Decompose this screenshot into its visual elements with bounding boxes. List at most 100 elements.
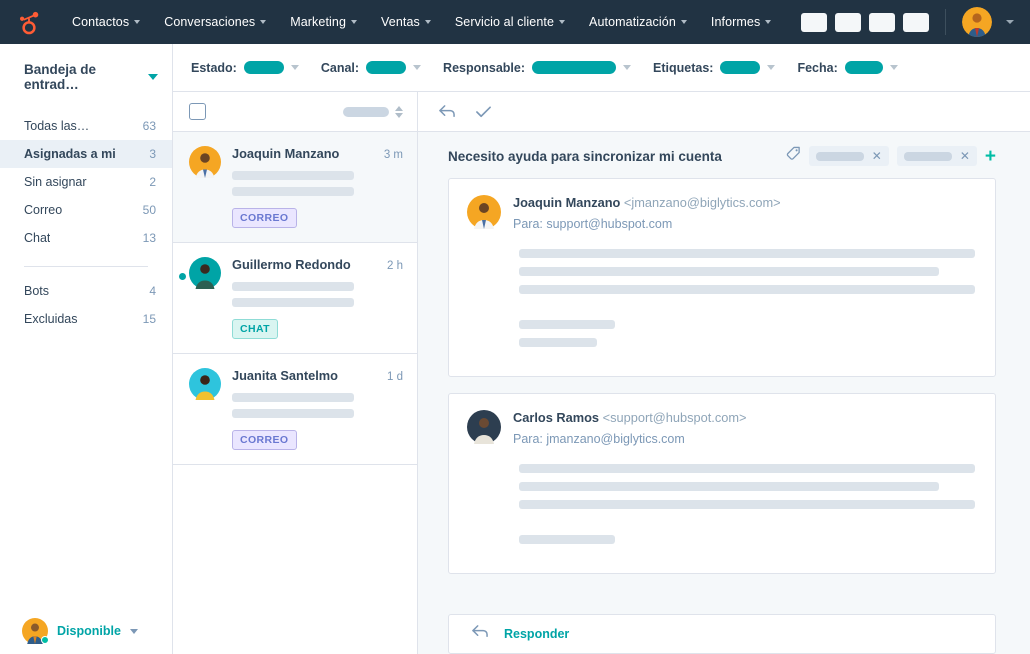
message-sender-email: <support@hubspot.com> — [602, 410, 747, 425]
avatar — [189, 146, 221, 178]
chevron-down-icon[interactable] — [1006, 20, 1014, 24]
chevron-down-icon — [424, 20, 431, 24]
sidebar-item-count: 13 — [142, 231, 156, 245]
conversation-list: Joaquin Manzano 3 m CORREO Guillermo Red… — [173, 92, 418, 654]
filter-canal[interactable]: Canal: — [320, 60, 422, 75]
filter-estado[interactable]: Estado: — [191, 61, 299, 75]
nav-divider — [945, 9, 946, 35]
hubspot-sprocket-logo[interactable] — [16, 9, 42, 35]
body-placeholder-gap — [519, 518, 975, 535]
conversation-sender-name: Juanita Santelmo — [232, 368, 338, 383]
sidebar-item-count: 63 — [142, 119, 156, 133]
nav-item-automatizacion[interactable]: Automatización — [577, 15, 699, 29]
sidebar-item-sin-asignar[interactable]: Sin asignar 2 — [0, 168, 172, 196]
conversation-toolbar — [418, 92, 1030, 132]
right-panel: Estado: Canal: Responsable: Etiquetas: F… — [173, 44, 1030, 654]
filter-value-redacted — [366, 61, 407, 74]
nav-action-button-3[interactable] — [869, 12, 895, 32]
body-placeholder-line — [519, 320, 615, 329]
hubspot-conversations-app: Contactos Conversaciones Marketing Venta… — [0, 0, 1030, 654]
avatar — [467, 410, 501, 444]
sort-control[interactable] — [343, 105, 403, 118]
sidebar-item-excluidas[interactable]: Excluidas 15 — [0, 305, 172, 333]
channel-badge: CHAT — [232, 319, 278, 339]
avatar — [467, 195, 501, 229]
body-placeholder-line — [519, 285, 975, 294]
sidebar-item-count: 15 — [142, 312, 156, 326]
nav-item-contactos[interactable]: Contactos — [60, 15, 152, 29]
tag-area: ✕ ✕ + — [786, 146, 996, 166]
nav-item-servicio-al-cliente[interactable]: Servicio al cliente — [443, 15, 577, 29]
nav-action-button-2[interactable] — [835, 12, 861, 32]
sidebar-item-chat[interactable]: Chat 13 — [0, 224, 172, 252]
sidebar-divider — [24, 266, 148, 267]
sidebar-item-count: 4 — [149, 284, 156, 298]
conversation-summary: Joaquin Manzano 3 m CORREO — [232, 146, 403, 228]
conversation-summary: Juanita Santelmo 1 d CORREO — [232, 368, 403, 450]
tag-chip[interactable]: ✕ — [808, 146, 889, 166]
body-placeholder-line — [519, 535, 615, 544]
conversation-list-item[interactable]: Guillermo Redondo 2 h CHAT — [173, 243, 417, 354]
nav-item-ventas[interactable]: Ventas — [369, 15, 443, 29]
sidebar-item-todas-las[interactable]: Todas las… 63 — [0, 112, 172, 140]
body-placeholder-line — [519, 500, 975, 509]
chevron-down-icon — [134, 20, 141, 24]
user-avatar[interactable] — [962, 7, 992, 37]
body-placeholder-line — [519, 482, 939, 491]
inbox-selector[interactable]: Bandeja de entrad… — [0, 44, 172, 108]
preview-placeholder-line — [232, 282, 354, 291]
nav-action-button-1[interactable] — [801, 12, 827, 32]
message-thread: Joaquin Manzano <jmanzano@biglytics.com>… — [418, 178, 1030, 614]
filter-etiquetas[interactable]: Etiquetas: — [653, 61, 776, 75]
conversation-timestamp: 1 d — [387, 371, 403, 383]
select-all-checkbox[interactable] — [189, 103, 206, 120]
sidebar-item-count: 50 — [142, 203, 156, 217]
availability-label: Disponible — [57, 624, 121, 638]
filter-label: Estado: — [191, 60, 237, 75]
message-recipient: Para: support@hubspot.com — [513, 217, 673, 231]
message-from: Joaquin Manzano <jmanzano@biglytics.com> — [513, 195, 781, 210]
sidebar-item-bots[interactable]: Bots 4 — [0, 277, 172, 305]
channel-badge: CORREO — [232, 208, 297, 228]
filter-fecha[interactable]: Fecha: — [797, 61, 898, 75]
nav-label: Conversaciones — [164, 15, 256, 29]
close-icon[interactable]: ✕ — [872, 150, 882, 162]
chevron-down-icon — [413, 65, 422, 70]
conversation-list-header — [173, 92, 417, 132]
availability-status[interactable]: Disponible — [0, 608, 172, 654]
conversation-list-item[interactable]: Juanita Santelmo 1 d CORREO — [173, 354, 417, 465]
reply-arrow-icon — [471, 624, 490, 644]
sidebar-item-label: Bots — [24, 284, 50, 298]
sidebar-item-correo[interactable]: Correo 50 — [0, 196, 172, 224]
nav-item-informes[interactable]: Informes — [699, 15, 783, 29]
check-icon[interactable] — [475, 105, 492, 119]
nav-label: Contactos — [72, 15, 130, 29]
sort-value-redacted — [343, 106, 389, 117]
add-tag-button[interactable]: + — [985, 147, 996, 166]
inbox-sidebar: Bandeja de entrad… Todas las… 63 Asignad… — [0, 44, 173, 654]
nav-item-marketing[interactable]: Marketing — [278, 15, 369, 29]
chevron-down-icon — [623, 65, 632, 70]
inbox-view-list: Todas las… 63 Asignadas a mi 3 Sin asign… — [0, 108, 172, 333]
filter-label: Responsable: — [443, 60, 526, 75]
filter-responsable[interactable]: Responsable: — [443, 60, 632, 75]
reply-button[interactable]: Responder — [448, 614, 996, 654]
tag-chip[interactable]: ✕ — [896, 146, 977, 166]
nav-action-button-4[interactable] — [903, 12, 929, 32]
filter-value-redacted — [243, 61, 284, 74]
reply-arrow-icon[interactable] — [438, 104, 457, 119]
chevron-down-icon — [559, 20, 566, 24]
tag-label-redacted — [903, 151, 952, 161]
online-indicator-dot — [41, 636, 49, 644]
chevron-down-icon — [148, 74, 158, 80]
filter-label: Canal: — [320, 60, 360, 75]
close-icon[interactable]: ✕ — [960, 150, 970, 162]
sidebar-item-count: 3 — [149, 147, 156, 161]
conversation-sender-name: Guillermo Redondo — [232, 257, 351, 272]
nav-item-conversaciones[interactable]: Conversaciones — [152, 15, 278, 29]
conversation-list-item[interactable]: Joaquin Manzano 3 m CORREO — [173, 132, 417, 243]
sidebar-item-asignadas-a-mi[interactable]: Asignadas a mi 3 — [0, 140, 172, 168]
body-placeholder-line — [519, 267, 939, 276]
content-columns: Joaquin Manzano 3 m CORREO Guillermo Red… — [173, 92, 1030, 654]
conversation-subject: Necesito ayuda para sincronizar mi cuent… — [448, 148, 722, 164]
